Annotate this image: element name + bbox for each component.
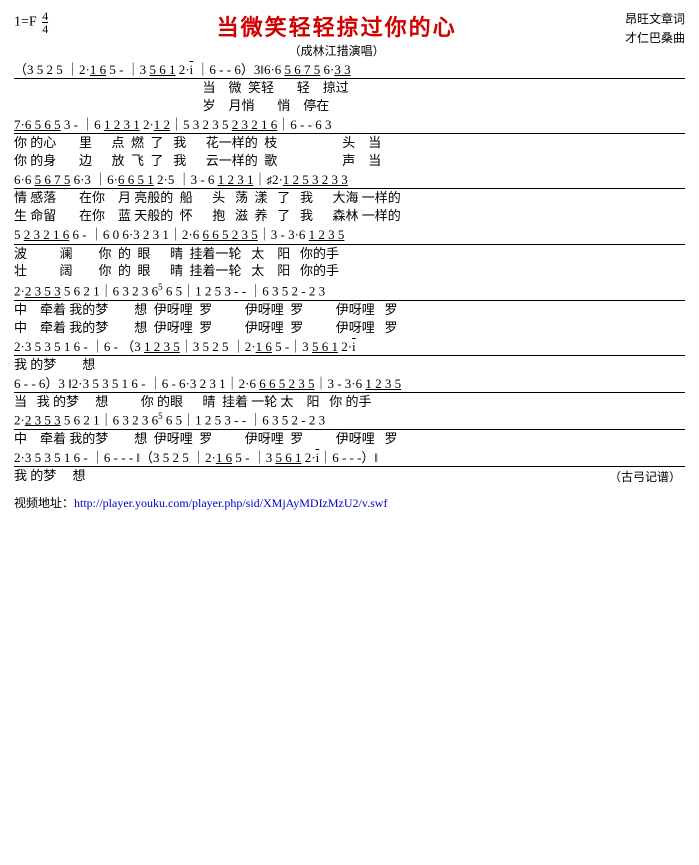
line3-lyrics2: 生 命留 在你 蓝 天般的 怀 抱 滋 养 了 我 森林 一样的 (14, 208, 685, 225)
line4-lyrics2: 壮 阔 你 的 眼 晴 挂着一轮 太 阳 你的手 (14, 263, 685, 280)
line2-notation: 7·6 5 6 5 3 - ｜6 1 2 3 1 2·1 2｜5 3 2 3 5… (14, 118, 685, 134)
line9-block: 2·3 5 3 5 1 6 - ｜6 - - - ‖（3 5 2 5 ｜2·1 … (14, 451, 685, 488)
key-label: 1=F (14, 15, 37, 30)
header: 1=F 4 4 当微笑轻轻掠过你的心 （成林江措演唱） 昂旺文章词 才仁巴桑曲 (14, 10, 685, 59)
url-line: 视频地址：http://player.youku.com/player.php/… (14, 494, 685, 511)
line9-lyrics1: 我 的梦 想 (14, 468, 86, 485)
line5-lyrics1: 中 牵着 我的梦 想 伊呀哩 罗 伊呀哩 罗 伊呀哩 罗 (14, 302, 685, 319)
line9-bottom: 我 的梦 想 （古弓记谱） (14, 468, 685, 488)
main-title: 当微笑轻轻掠过你的心 (48, 10, 625, 42)
line2-block: 7·6 5 6 5 3 - ｜6 1 2 3 1 2·1 2｜5 3 2 3 5… (14, 118, 685, 170)
line2-lyrics2: 你 的身 边 放 飞 了 我 云一样的 歌 声 当 (14, 153, 685, 170)
line1-notation: （3 5 2 5 ｜2·1 6 5 - ｜3 5 6 1 2·i ｜6 - - … (14, 63, 685, 79)
music-section: （3 5 2 5 ｜2·1 6 5 - ｜3 5 6 1 2·i ｜6 - - … (14, 63, 685, 488)
line2-lyrics1: 你 的心 里 点 燃 了 我 花一样的 枝 头 当 (14, 135, 685, 152)
line8-block: 2·2 3 5 3 5 6 2 1｜6 3 2 3 65 6 5｜1 2 5 3… (14, 412, 685, 448)
line1-lyrics1: 当 微 笑轻 轻 掠过 (14, 80, 685, 97)
ancient-notation-label: （古弓记谱） (609, 468, 685, 488)
line4-lyrics1: 波 澜 你 的 眼 晴 挂着一轮 太 阳 你的手 (14, 246, 685, 263)
line7-lyrics1: 当 我 的梦 想 你 的眼 晴 挂着 一轮 太 阳 你 的手 (14, 394, 685, 411)
line8-lyrics1: 中 牵着 我的梦 想 伊呀哩 罗 伊呀哩 罗 伊呀哩 罗 (14, 431, 685, 448)
line9-notation: 2·3 5 3 5 1 6 - ｜6 - - - ‖（3 5 2 5 ｜2·1 … (14, 451, 685, 467)
line6-block: 2·3 5 3 5 1 6 - ｜6 - （3 1 2 3 5｜3 5 2 5 … (14, 340, 685, 374)
author-area: 昂旺文章词 才仁巴桑曲 (625, 10, 685, 48)
line7-notation: 6 - - 6）3 ‖2·3 5 3 5 1 6 - ｜6 - 6·3 2 3 … (14, 377, 685, 393)
line4-block: 5 2 3 2 1 6 6 - ｜6 0 6·3 2 3 1｜2·6 6 6 5… (14, 228, 685, 280)
author1: 昂旺文章词 (625, 10, 685, 29)
line5-lyrics2: 中 牵着 我的梦 想 伊呀哩 罗 伊呀哩 罗 伊呀哩 罗 (14, 320, 685, 337)
line6-notation: 2·3 5 3 5 1 6 - ｜6 - （3 1 2 3 5｜3 5 2 5 … (14, 340, 685, 356)
line1-block: （3 5 2 5 ｜2·1 6 5 - ｜3 5 6 1 2·i ｜6 - - … (14, 63, 685, 115)
line1-lyrics2: 岁 月悄 悄 停在 (14, 98, 685, 115)
author2: 才仁巴桑曲 (625, 29, 685, 48)
line5-block: 2·2 3 5 3 5 6 2 1｜6 3 2 3 65 6 5｜1 2 5 3… (14, 283, 685, 336)
title-area: 当微笑轻轻掠过你的心 （成林江措演唱） (48, 10, 625, 59)
key-signature: 1=F 4 4 (14, 10, 48, 35)
url-link[interactable]: http://player.youku.com/player.php/sid/X… (74, 496, 387, 510)
subtitle: （成林江措演唱） (48, 42, 625, 59)
line5-notation: 2·2 3 5 3 5 6 2 1｜6 3 2 3 65 6 5｜1 2 5 3… (14, 283, 685, 301)
line6-lyrics1: 我 的梦 想 (14, 357, 685, 374)
line3-notation: 6·6 5 6 7 5 6·3 ｜6·6 6 5 1 2·5 ｜3 - 6 1 … (14, 173, 685, 189)
line7-block: 6 - - 6）3 ‖2·3 5 3 5 1 6 - ｜6 - 6·3 2 3 … (14, 377, 685, 411)
line3-lyrics1: 情 感落 在你 月 亮般的 船 头 荡 漾 了 我 大海 一样的 (14, 190, 685, 207)
line3-block: 6·6 5 6 7 5 6·3 ｜6·6 6 5 1 2·5 ｜3 - 6 1 … (14, 173, 685, 225)
url-prefix: 视频地址： (14, 496, 74, 510)
line4-notation: 5 2 3 2 1 6 6 - ｜6 0 6·3 2 3 1｜2·6 6 6 5… (14, 228, 685, 244)
line8-notation: 2·2 3 5 3 5 6 2 1｜6 3 2 3 65 6 5｜1 2 5 3… (14, 412, 685, 430)
